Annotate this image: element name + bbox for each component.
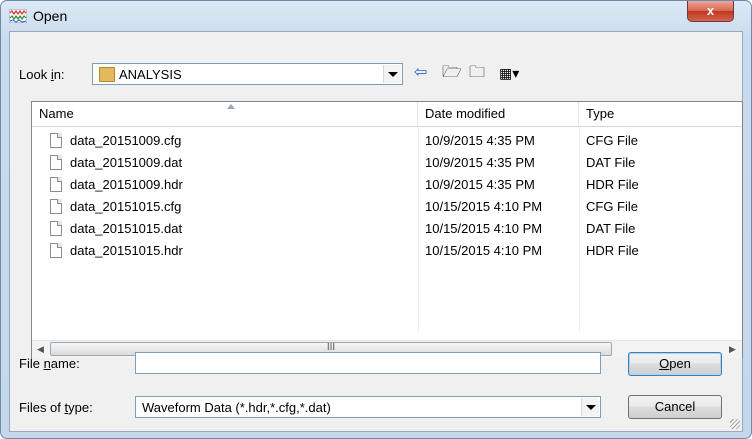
file-icon bbox=[50, 133, 62, 148]
file-date: 10/15/2015 4:10 PM bbox=[425, 243, 543, 258]
file-type: DAT File bbox=[586, 155, 636, 170]
file-type: HDR File bbox=[586, 243, 639, 258]
up-folder-icon[interactable]: 🗁 bbox=[442, 64, 462, 82]
folder-icon bbox=[99, 67, 115, 82]
file-icon bbox=[50, 177, 62, 192]
file-type: CFG File bbox=[586, 133, 638, 148]
column-type-label: Type bbox=[586, 106, 615, 121]
chevron-down-icon[interactable] bbox=[383, 65, 401, 83]
open-dialog: Open x Look in: ANALYSIS ⇦ 🗁 🗀 ▦▾ Name D… bbox=[0, 0, 752, 439]
close-button[interactable]: x bbox=[687, 1, 734, 22]
file-row[interactable]: data_20151015.cfg 10/15/2015 4:10 PM CFG F… bbox=[32, 196, 742, 218]
file-row[interactable]: data_20151009.hdr 10/9/2015 4:35 PM HDR Fi… bbox=[32, 174, 742, 196]
look-in-label: Look in: bbox=[19, 67, 65, 82]
file-type: CFG File bbox=[586, 199, 638, 214]
file-row[interactable]: data_20151009.dat 10/9/2015 4:35 PM DAT Fi… bbox=[32, 152, 742, 174]
sort-ascending-icon bbox=[227, 104, 235, 109]
file-list[interactable]: Name Date modified Type data_20151009.cf… bbox=[31, 101, 743, 358]
open-button[interactable]: Open bbox=[628, 352, 722, 376]
file-row[interactable]: data_20151015.hdr 10/15/2015 4:10 PM HDR F… bbox=[32, 240, 742, 262]
column-name-label: Name bbox=[39, 106, 74, 121]
file-date: 10/9/2015 4:35 PM bbox=[425, 133, 535, 148]
file-type-label: Files of type: bbox=[19, 400, 93, 415]
file-date: 10/9/2015 4:35 PM bbox=[425, 177, 535, 192]
file-name: data_20151009.cfg bbox=[70, 133, 182, 148]
file-icon bbox=[50, 155, 62, 170]
dialog-body: Look in: ANALYSIS ⇦ 🗁 🗀 ▦▾ Name Date mod… bbox=[9, 31, 743, 432]
file-name-input[interactable] bbox=[135, 352, 601, 374]
column-date-label: Date modified bbox=[425, 106, 506, 121]
file-name: data_20151015.dat bbox=[70, 221, 183, 236]
file-type: DAT File bbox=[586, 221, 636, 236]
header-divider bbox=[32, 126, 742, 127]
cancel-button[interactable]: Cancel bbox=[628, 395, 722, 419]
look-in-value: ANALYSIS bbox=[119, 67, 182, 82]
file-name-label: File name: bbox=[19, 356, 80, 371]
look-in-dropdown[interactable]: ANALYSIS bbox=[92, 63, 403, 85]
file-name: data_20151009.dat bbox=[70, 155, 183, 170]
new-folder-icon[interactable]: 🗀 bbox=[469, 64, 485, 82]
scroll-right-icon[interactable]: ▶ bbox=[724, 341, 741, 358]
file-name: data_20151015.cfg bbox=[70, 199, 182, 214]
file-type: HDR File bbox=[586, 177, 639, 192]
file-name: data_20151015.hdr bbox=[70, 243, 183, 258]
title-bar[interactable]: Open x bbox=[1, 1, 751, 31]
column-header-type[interactable]: Type bbox=[579, 102, 742, 126]
file-date: 10/9/2015 4:35 PM bbox=[425, 155, 535, 170]
file-icon bbox=[50, 199, 62, 214]
file-row[interactable]: data_20151009.cfg 10/9/2015 4:35 PM CFG Fi… bbox=[32, 130, 742, 152]
window-title: Open bbox=[33, 8, 68, 24]
close-icon: x bbox=[706, 3, 715, 18]
chevron-down-icon[interactable] bbox=[581, 398, 599, 416]
column-header-name[interactable]: Name bbox=[32, 102, 418, 126]
file-name: data_20151009.hdr bbox=[70, 177, 183, 192]
file-icon bbox=[50, 221, 62, 236]
column-header-date[interactable]: Date modified bbox=[418, 102, 579, 126]
file-date: 10/15/2015 4:10 PM bbox=[425, 199, 543, 214]
file-row[interactable]: data_20151015.dat 10/15/2015 4:10 PM DAT F… bbox=[32, 218, 742, 240]
waveform-app-icon bbox=[9, 9, 27, 23]
file-icon bbox=[50, 243, 62, 258]
file-date: 10/15/2015 4:10 PM bbox=[425, 221, 543, 236]
view-menu-icon[interactable]: ▦▾ bbox=[499, 64, 519, 82]
file-type-dropdown[interactable]: Waveform Data (*.hdr,*.cfg,*.dat) bbox=[135, 396, 601, 418]
file-type-value: Waveform Data (*.hdr,*.cfg,*.dat) bbox=[142, 400, 331, 415]
back-icon[interactable]: ⇦ bbox=[414, 64, 427, 82]
resize-grip[interactable] bbox=[730, 419, 740, 429]
